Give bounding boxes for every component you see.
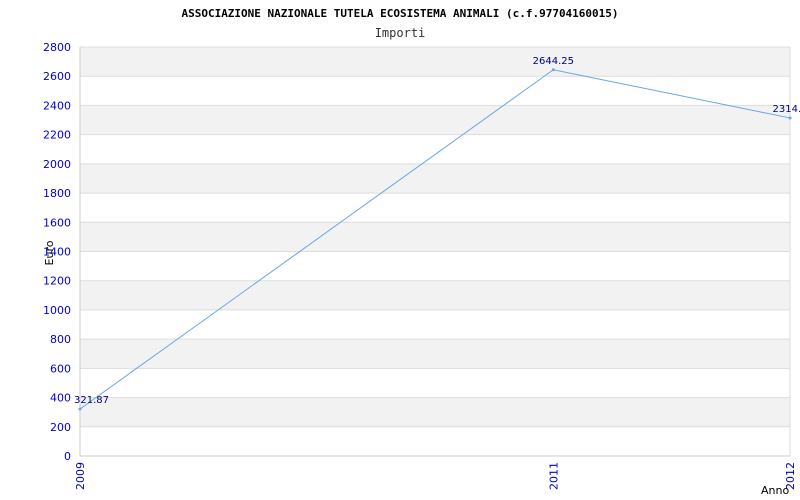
x-tick-label: 2009	[74, 462, 87, 490]
y-tick-label: 1600	[43, 216, 71, 229]
y-tick-label: 1000	[43, 304, 71, 317]
y-tick-label: 1800	[43, 187, 71, 200]
chart-title: ASSOCIAZIONE NAZIONALE TUTELA ECOSISTEMA…	[181, 7, 618, 20]
x-tick-label: 2011	[547, 462, 560, 490]
x-axis-ticks: 2009 2011 2012	[74, 462, 797, 490]
grid-bands	[80, 47, 790, 427]
y-tick-label: 1200	[43, 275, 71, 288]
data-label: 321.87	[74, 395, 109, 406]
x-axis-label: Anno	[761, 484, 789, 497]
data-point	[551, 68, 555, 72]
y-tick-label: 400	[50, 392, 71, 405]
y-tick-label: 0	[64, 450, 71, 463]
data-point	[78, 407, 82, 411]
y-tick-label: 200	[50, 421, 71, 434]
chart: ASSOCIAZIONE NAZIONALE TUTELA ECOSISTEMA…	[43, 7, 800, 497]
chart-subtitle: Importi	[375, 26, 426, 40]
data-label: 2644.25	[533, 56, 574, 67]
y-tick-label: 2400	[43, 99, 71, 112]
grid-band	[80, 47, 790, 77]
grid-band	[80, 105, 790, 135]
y-tick-label: 600	[50, 362, 71, 375]
grid-band	[80, 397, 790, 427]
y-tick-label: 800	[50, 333, 71, 346]
grid-band	[80, 280, 790, 310]
y-tick-label: 2800	[43, 41, 71, 54]
y-axis-label: Euro	[43, 240, 56, 265]
grid-band	[80, 339, 790, 369]
y-tick-label: 2000	[43, 158, 71, 171]
grid-band	[80, 222, 790, 252]
y-tick-label: 2200	[43, 129, 71, 142]
grid-band	[80, 163, 790, 194]
data-label: 2314.3	[773, 104, 800, 115]
y-tick-label: 2600	[43, 70, 71, 83]
data-point	[788, 116, 792, 120]
